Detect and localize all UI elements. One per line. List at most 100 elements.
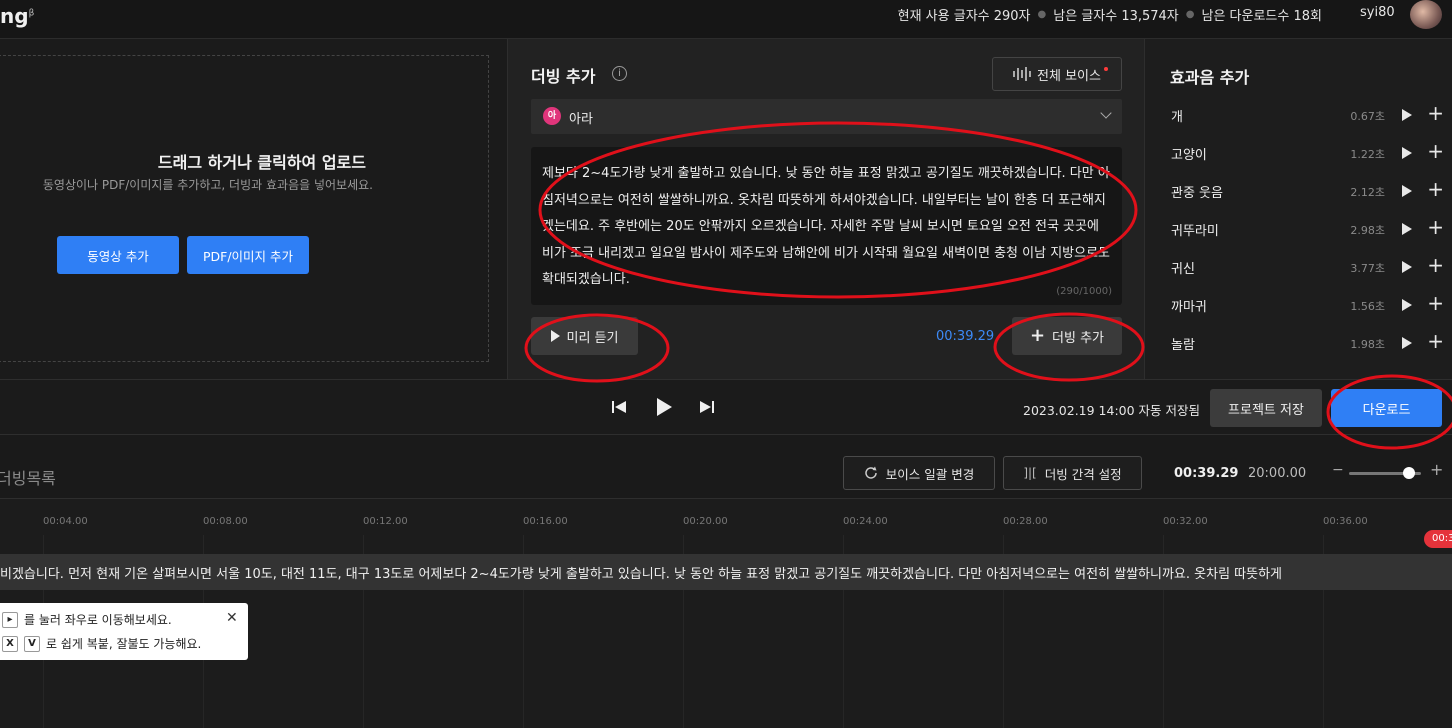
- sfx-duration: 1.56초: [1350, 300, 1385, 313]
- sfx-duration: 2.12초: [1350, 186, 1385, 199]
- arrow-right-key-icon: ▸: [2, 611, 18, 628]
- sfx-item: 관중 웃음 2.12초 +: [1170, 174, 1452, 212]
- app-logo[interactable]: ngβ: [0, 4, 34, 28]
- play-icon[interactable]: [1402, 261, 1412, 273]
- sfx-item: 까마귀 1.56초 +: [1170, 288, 1452, 326]
- ruler-tick-label: 00:24.00: [843, 516, 888, 527]
- dubbing-duration: 00:39.29: [936, 329, 995, 344]
- remaining-chars: 남은 글자수 13,574자: [1053, 9, 1179, 24]
- plus-icon[interactable]: +: [1427, 101, 1444, 125]
- chevron-down-icon: [1100, 107, 1112, 119]
- upload-dropzone[interactable]: [0, 55, 489, 362]
- add-dubbing-label: 더빙 추가: [1052, 330, 1105, 346]
- ruler-tick-label: 00:28.00: [1003, 516, 1048, 527]
- ruler-tick-label: 00:12.00: [363, 516, 408, 527]
- avatar[interactable]: [1410, 0, 1442, 29]
- script-textarea[interactable]: 제보다 2~4도가량 낮게 출발하고 있습니다. 낮 동안 하늘 표정 맑겠고 …: [531, 147, 1122, 305]
- skip-back-icon[interactable]: [611, 399, 627, 415]
- skip-forward-icon[interactable]: [699, 399, 715, 415]
- bulk-voice-label: 보이스 일괄 변경: [885, 466, 975, 482]
- sfx-name: 놀람: [1171, 338, 1195, 353]
- play-icon[interactable]: [1402, 185, 1412, 197]
- sfx-name: 까마귀: [1171, 300, 1207, 315]
- add-dubbing-button[interactable]: + 더빙 추가: [1012, 317, 1122, 355]
- plus-icon: +: [1029, 325, 1046, 346]
- plus-icon[interactable]: +: [1427, 139, 1444, 163]
- dubbing-gap-setting-button[interactable]: ]|[ 더빙 간격 설정: [1003, 456, 1142, 490]
- upload-title: 드래그 하거나 클릭하여 업로드: [157, 153, 366, 172]
- preview-button[interactable]: 미리 듣기: [531, 317, 638, 355]
- play-icon[interactable]: [1402, 109, 1412, 121]
- char-counter: (290/1000): [1056, 286, 1112, 297]
- voice-select[interactable]: 아 아라: [531, 99, 1122, 134]
- track-clip-text: 비겠습니다. 먼저 현재 기온 살펴보시면 서울 10도, 대전 11도, 대구…: [0, 567, 1283, 582]
- add-pdf-image-button[interactable]: PDF/이미지 추가: [187, 236, 309, 274]
- used-chars: 현재 사용 글자수 290자: [897, 9, 1031, 24]
- play-icon[interactable]: [655, 397, 673, 417]
- autosave-status: 2023.02.19 14:00 자동 저장됨: [1023, 403, 1201, 418]
- sfx-name: 귀신: [1171, 262, 1195, 277]
- upload-subtitle: 동영상이나 PDF/이미지를 추가하고, 더빙과 효과음을 넣어보세요.: [42, 178, 373, 192]
- tooltip-row: X V 로 쉽게 복붙, 잘불도 가능해요.: [2, 635, 201, 652]
- current-time: 00:39.29: [1174, 466, 1239, 481]
- transport-bar: 2023.02.19 14:00 자동 저장됨 프로젝트 저장 다운로드: [0, 379, 1452, 435]
- refresh-icon: [865, 466, 877, 479]
- zoom-in-icon[interactable]: +: [1430, 460, 1443, 479]
- play-icon[interactable]: [1402, 223, 1412, 235]
- sfx-name: 고양이: [1171, 148, 1207, 163]
- gap-icon: ]|[: [1023, 466, 1037, 480]
- download-button[interactable]: 다운로드: [1331, 389, 1442, 427]
- script-text: 제보다 2~4도가량 낮게 출발하고 있습니다. 낮 동안 하늘 표정 맑겠고 …: [542, 166, 1111, 287]
- playhead-marker[interactable]: 00:39: [1424, 530, 1452, 548]
- plus-icon[interactable]: +: [1427, 253, 1444, 277]
- ruler-tick-label: 00:04.00: [43, 516, 88, 527]
- sfx-item: 귀신 3.77초 +: [1170, 250, 1452, 288]
- separator-dot: ●: [1185, 9, 1195, 20]
- zoom-slider-handle[interactable]: [1403, 467, 1415, 479]
- bulk-voice-change-button[interactable]: 보이스 일괄 변경: [843, 456, 995, 490]
- sfx-item: 귀뚜라미 2.98초 +: [1170, 212, 1452, 250]
- upload-panel: 드래그 하거나 클릭하여 업로드 동영상이나 PDF/이미지를 추가하고, 더빙…: [0, 39, 507, 379]
- username[interactable]: syi80: [1360, 5, 1395, 20]
- dubbing-panel: 더빙 추가 i 전체 보이스 아 아라 제보다 2~4도가량 낮게 출발하고 있…: [507, 39, 1145, 379]
- ruler-tick-label: 00:08.00: [203, 516, 248, 527]
- key-v: V: [24, 635, 40, 652]
- usage-stats: 현재 사용 글자수 290자 ● 남은 글자수 13,574자 ● 남은 다운로…: [898, 5, 1322, 24]
- shortcut-tooltip: ▸ 를 눌러 좌우로 이동해보세요. X V 로 쉽게 복붙, 잘불도 가능해요…: [0, 603, 248, 660]
- ruler-tick-label: 00:32.00: [1163, 516, 1208, 527]
- plus-icon[interactable]: +: [1427, 329, 1444, 353]
- tooltip-row: ▸ 를 눌러 좌우로 이동해보세요.: [2, 611, 172, 628]
- all-voice-button[interactable]: 전체 보이스: [992, 57, 1122, 91]
- dubbing-list-title: 더빙목록: [0, 469, 56, 488]
- timeline[interactable]: 00:04.00 00:08.00 00:12.00 00:16.00 00:2…: [0, 499, 1452, 728]
- plus-icon[interactable]: +: [1427, 291, 1444, 315]
- save-project-button[interactable]: 프로젝트 저장: [1210, 389, 1322, 427]
- zoom-out-icon[interactable]: −: [1332, 462, 1344, 478]
- tooltip-line2: 로 쉽게 복붙, 잘불도 가능해요.: [46, 637, 202, 651]
- sfx-item: 고양이 1.22초 +: [1170, 136, 1452, 174]
- plus-icon[interactable]: +: [1427, 177, 1444, 201]
- total-time: 20:00.00: [1248, 466, 1307, 481]
- info-icon[interactable]: i: [612, 66, 627, 81]
- sfx-name: 귀뚜라미: [1171, 224, 1219, 239]
- close-icon[interactable]: ✕: [226, 610, 238, 626]
- sfx-title: 효과음 추가: [1170, 68, 1250, 87]
- play-icon[interactable]: [1402, 337, 1412, 349]
- separator-dot: ●: [1037, 9, 1047, 20]
- sfx-duration: 1.98초: [1350, 338, 1385, 351]
- sfx-name: 개: [1171, 110, 1183, 125]
- ruler-tick-label: 00:36.00: [1323, 516, 1368, 527]
- dubbing-track-clip[interactable]: 비겠습니다. 먼저 현재 기온 살펴보시면 서울 10도, 대전 11도, 대구…: [0, 554, 1452, 590]
- play-icon[interactable]: [1402, 299, 1412, 311]
- remaining-downloads: 남은 다운로드수 18회: [1201, 9, 1323, 24]
- all-voice-label: 전체 보이스: [1037, 68, 1101, 84]
- add-video-button[interactable]: 동영상 추가: [57, 236, 179, 274]
- sfx-duration: 2.98초: [1350, 224, 1385, 237]
- voice-avatar-badge: 아: [543, 107, 561, 125]
- sfx-name: 관중 웃음: [1171, 186, 1223, 201]
- play-icon[interactable]: [1402, 147, 1412, 159]
- gap-setting-label: 더빙 간격 설정: [1044, 466, 1122, 482]
- sound-effects-panel: 효과음 추가 개 0.67초 + 고양이 1.22초 + 관중 웃음 2.12초…: [1145, 39, 1452, 379]
- plus-icon[interactable]: +: [1427, 215, 1444, 239]
- dubbing-list-header: 더빙목록 보이스 일괄 변경 ]|[ 더빙 간격 설정 00:39.29 20:…: [0, 435, 1452, 499]
